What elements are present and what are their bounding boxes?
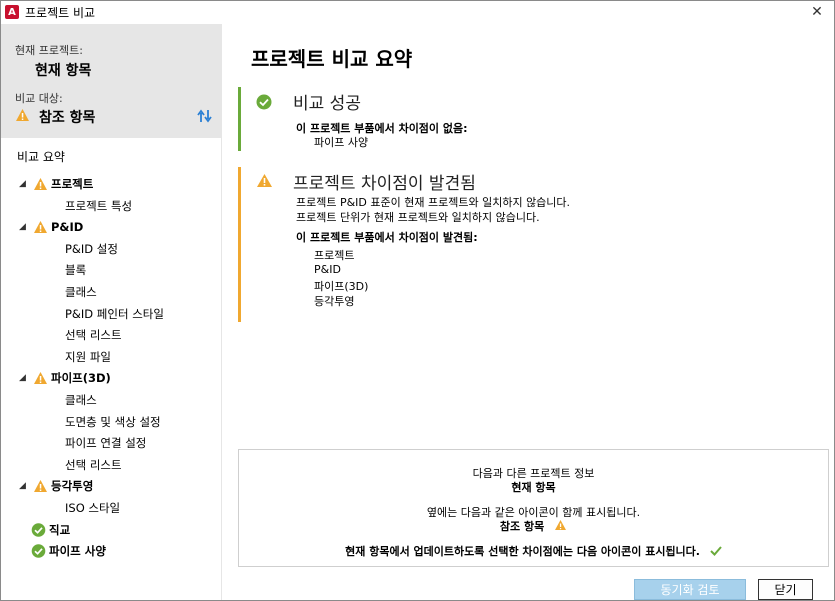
panel-divider (221, 24, 222, 600)
info-line-5: 현재 항목에서 업데이트하도록 선택한 차이점에는 다음 아이콘이 표시됩니다. (345, 545, 700, 558)
differences-item: 등각투영 (314, 295, 355, 308)
tree-item[interactable]: 파이프 사양 (31, 541, 106, 561)
tree-item[interactable]: ISO 스타일 (65, 498, 120, 518)
swap-projects-icon[interactable] (197, 109, 213, 123)
tree-item-label: P&ID (51, 220, 84, 235)
tree-item[interactable]: 지원 파일 (65, 347, 111, 367)
autocad-app-icon: A (5, 5, 19, 19)
info-line-5-wrap: 현재 항목에서 업데이트하도록 선택한 차이점에는 다음 아이콘이 표시됩니다. (239, 543, 828, 559)
info-line-2: 현재 항목 (511, 481, 556, 494)
differences-heading: 프로젝트 차이점이 발견됨 (293, 174, 476, 194)
warning-icon (34, 372, 47, 385)
tree-item-label: 선택 리스트 (65, 328, 122, 343)
tree-item[interactable]: P&ID 설정 (65, 239, 118, 259)
tree-item[interactable]: 파이프 연결 설정 (65, 433, 146, 453)
current-project-label: 현재 프로젝트: (15, 44, 83, 57)
success-bar (238, 87, 241, 151)
sync-review-button[interactable]: 동기화 검토 (634, 579, 746, 600)
differences-item: P&ID (314, 263, 341, 276)
tree-item[interactable]: 선택 리스트 (65, 455, 122, 475)
warning-icon (34, 178, 47, 190)
tree-item-label: P&ID 설정 (65, 241, 118, 256)
title-bar: A 프로젝트 비교 ✕ (1, 1, 834, 23)
tree-item-label: 클래스 (65, 285, 97, 299)
tree-item-label: 블록 (65, 263, 87, 278)
page-title: 프로젝트 비교 요약 (251, 47, 413, 71)
project-header-panel: 현재 프로젝트: 현재 항목 비교 대상: 참조 항목 (1, 24, 221, 138)
tree-item-label: 지원 파일 (65, 349, 111, 364)
expand-arrow-icon[interactable]: ◢ (19, 179, 29, 189)
tree-item[interactable]: ◢ P&ID (19, 217, 83, 237)
check-circle-icon (31, 522, 46, 537)
differences-subheading: 이 프로젝트 부품에서 차이점이 발견됨: (296, 231, 478, 244)
expand-arrow-icon[interactable]: ◢ (19, 373, 29, 383)
warning-icon (34, 480, 47, 493)
tree-item[interactable]: 프로젝트 특성 (65, 196, 132, 216)
tree-item[interactable]: 도면층 및 색상 설정 (65, 412, 161, 432)
tree-item[interactable]: 선택 리스트 (65, 325, 122, 345)
tree-item-label: 파이프(3D) (51, 371, 111, 386)
tree-item-label: 등각투영 (51, 479, 94, 494)
differences-item: 프로젝트 (314, 249, 355, 262)
differences-item: 파이프(3D) (314, 280, 369, 293)
compare-target-value: 참조 항목 (39, 110, 96, 126)
success-item: 파이프 사양 (314, 136, 369, 149)
differences-bar (238, 167, 241, 322)
tree-item[interactable]: 직교 (31, 520, 70, 540)
legend-info-box: 다음과 다른 프로젝트 정보 현재 항목 옆에는 다음과 같은 아이콘이 함께 … (238, 449, 829, 567)
differences-card: 프로젝트 차이점이 발견됨 프로젝트 P&ID 표준이 현재 프로젝트와 일치하… (238, 167, 828, 322)
warning-icon (555, 520, 567, 530)
close-button[interactable]: 닫기 (758, 579, 813, 600)
tree-item[interactable]: P&ID 페인터 스타일 (65, 304, 164, 324)
tree-item-label: ISO 스타일 (65, 501, 121, 515)
warning-icon (16, 109, 29, 121)
expand-arrow-icon[interactable]: ◢ (19, 481, 29, 491)
tree-item-label: 선택 리스트 (65, 457, 122, 472)
check-circle-icon (31, 544, 46, 558)
differences-note: 프로젝트 단위가 현재 프로젝트와 일치하지 않습니다. (296, 211, 540, 224)
expand-arrow-icon[interactable]: ◢ (19, 222, 29, 232)
close-window-icon[interactable]: ✕ (806, 3, 828, 21)
success-heading: 비교 성공 (293, 94, 361, 114)
check-circle-icon (256, 94, 272, 110)
tree-item-label: 파이프 사양 (49, 544, 106, 559)
warning-icon (257, 174, 272, 187)
tree-item[interactable]: ◢ 파이프(3D) (19, 368, 111, 388)
tree-item-label: 파이프 연결 설정 (65, 436, 147, 451)
tree-item-label: 프로젝트 (51, 177, 94, 191)
tree-item-label: 직교 (49, 522, 71, 537)
tree-item[interactable]: ◢ 등각투영 (19, 476, 93, 496)
warning-icon (34, 221, 47, 234)
compare-target-label: 비교 대상: (15, 92, 63, 105)
info-line-4: 참조 항목 (499, 520, 545, 533)
tree-item-label: 클래스 (65, 393, 97, 407)
project-compare-window: A 프로젝트 비교 ✕ 현재 프로젝트: 현재 항목 비교 대상: 참조 항목 … (0, 0, 835, 601)
window-title: 프로젝트 비교 (25, 5, 96, 20)
tree-item-label: 프로젝트 특성 (65, 198, 133, 213)
tree-item-label: P&ID 페인터 스타일 (65, 306, 164, 321)
differences-note: 프로젝트 P&ID 표준이 현재 프로젝트와 일치하지 않습니다. (296, 196, 571, 209)
checkmark-icon (710, 546, 722, 556)
tree-item[interactable]: 클래스 (65, 390, 97, 410)
tree-item[interactable]: 블록 (65, 260, 86, 280)
tree-item-label: 도면층 및 색상 설정 (65, 414, 161, 429)
tree-item[interactable]: 클래스 (65, 282, 97, 302)
info-line-4-wrap: 참조 항목 (239, 518, 828, 534)
current-project-value: 현재 항목 (35, 63, 92, 79)
tree-item[interactable]: ◢ 프로젝트 (19, 174, 93, 194)
summary-heading: 비교 요약 (17, 150, 65, 164)
success-card: 비교 성공 이 프로젝트 부품에서 차이점이 없음: 파이프 사양 (238, 87, 828, 151)
